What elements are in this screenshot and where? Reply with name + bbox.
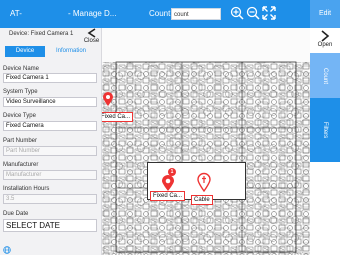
open-button[interactable]: Open xyxy=(310,28,340,50)
count-rail-label: Count xyxy=(322,67,328,84)
close-label: Close xyxy=(83,38,100,44)
count-rail-tab[interactable]: Count xyxy=(310,53,340,98)
close-icon xyxy=(87,28,95,38)
tab-device[interactable]: Device xyxy=(5,46,45,57)
filters-rail-label: Filters xyxy=(322,121,328,139)
device-panel: Device: Fixed Camera 1 Close Device Info… xyxy=(0,28,102,255)
open-icon xyxy=(321,30,330,42)
due-date-field[interactable]: SELECT DATE xyxy=(3,219,97,232)
marker-label-fixed-camera-selected[interactable]: Fixed Ca... xyxy=(150,191,186,201)
device-tabs: Device Information xyxy=(5,46,97,57)
fullscreen-icon[interactable] xyxy=(262,6,276,20)
manufacturer-field[interactable]: Manufacturer xyxy=(3,170,97,180)
open-label: Open xyxy=(317,42,333,48)
cable-marker-icon[interactable] xyxy=(197,172,211,192)
right-rail: Open Count Filters xyxy=(310,28,340,255)
installation-hours-label: Installation Hours xyxy=(3,186,50,192)
globe-icon[interactable] xyxy=(3,246,11,254)
tab-information[interactable]: Information xyxy=(45,46,97,57)
marker-label-fixed-camera[interactable]: Fixed Ca... xyxy=(102,112,134,122)
edit-button[interactable]: Edit xyxy=(310,0,340,28)
zoom-out-icon[interactable] xyxy=(246,6,260,20)
manufacturer-label: Manufacturer xyxy=(3,162,39,168)
device-name-field[interactable]: Fixed Camera 1 xyxy=(3,73,97,83)
close-button[interactable]: Close xyxy=(81,28,102,46)
top-bar: AT- - Manage D... Count count Edit xyxy=(0,0,340,28)
count-input[interactable]: count xyxy=(171,8,221,20)
filters-rail-tab[interactable]: Filters xyxy=(310,98,340,162)
system-type-label: System Type xyxy=(3,89,38,95)
floor-plan-drawing xyxy=(102,28,310,255)
alert-badge: 1 xyxy=(168,168,176,176)
marker-label-cable[interactable]: Cable xyxy=(191,195,213,205)
map-pin-icon[interactable] xyxy=(102,91,114,107)
part-number-label: Part Number xyxy=(3,138,38,144)
due-date-label: Due Date xyxy=(3,211,29,217)
device-title: Device: Fixed Camera 1 xyxy=(9,31,74,37)
part-number-field[interactable]: Part Number xyxy=(3,146,97,156)
system-type-field[interactable]: Video Surveillance xyxy=(3,97,97,107)
map-pin-icon[interactable] xyxy=(161,174,175,192)
device-name-label: Device Name xyxy=(3,66,40,72)
floor-plan[interactable]: Fixed Ca... 1 Fixed Ca... Cable xyxy=(102,28,310,255)
device-type-label: Device Type xyxy=(3,113,36,119)
count-label: Count xyxy=(149,9,171,18)
installation-hours-field[interactable]: 3.5 xyxy=(3,194,97,204)
zoom-in-icon[interactable] xyxy=(230,6,244,20)
device-type-field[interactable]: Fixed Camera xyxy=(3,121,97,131)
back-link[interactable]: AT- xyxy=(10,9,22,18)
page-title: - Manage D... xyxy=(68,9,117,18)
